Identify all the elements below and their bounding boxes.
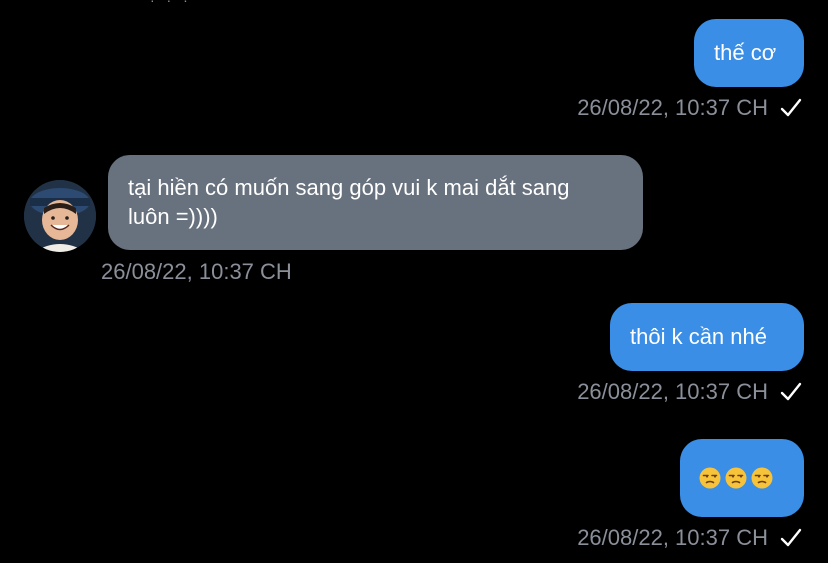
message-meta: 26/08/22, 10:37 CH <box>577 525 802 551</box>
outgoing-message-bubble[interactable]: thế cơ <box>694 19 804 87</box>
message-timestamp: 26/08/22, 10:37 CH <box>577 95 768 120</box>
unamused-face-icon <box>725 467 747 489</box>
checkmark-icon <box>780 382 802 401</box>
avatar-image <box>24 180 96 252</box>
user-avatar[interactable] <box>24 180 96 252</box>
emoji-row <box>699 467 785 489</box>
outgoing-message-bubble[interactable] <box>680 439 804 517</box>
unamused-face-icon <box>699 467 721 489</box>
message-meta: 26/08/22, 10:37 CH <box>577 95 802 121</box>
incoming-message-bubble[interactable]: tại hiền có muốn sang góp vui k mai dắt … <box>108 155 643 250</box>
message-text: thế cơ <box>714 40 777 65</box>
checkmark-icon <box>780 528 802 547</box>
outgoing-message-bubble[interactable]: thôi k cần nhé <box>610 303 804 371</box>
message-timestamp: 26/08/22, 10:37 CH <box>101 259 292 284</box>
message-text-line: luôn =)))) <box>128 204 218 229</box>
message-timestamp: 26/08/22, 10:37 CH <box>577 525 768 550</box>
checkmark-icon <box>780 98 802 117</box>
unamused-face-icon <box>751 467 773 489</box>
message-meta: 26/08/22, 10:37 CH <box>577 379 802 405</box>
message-timestamp: 26/08/22, 10:37 CH <box>577 379 768 404</box>
message-text-line: tại hiền có muốn sang góp vui k mai dắt … <box>128 175 570 200</box>
message-text: thôi k cần nhé <box>630 324 767 349</box>
message-meta: 26/08/22, 10:37 CH <box>101 259 292 285</box>
previous-message-fragment: · · · <box>150 0 210 2</box>
